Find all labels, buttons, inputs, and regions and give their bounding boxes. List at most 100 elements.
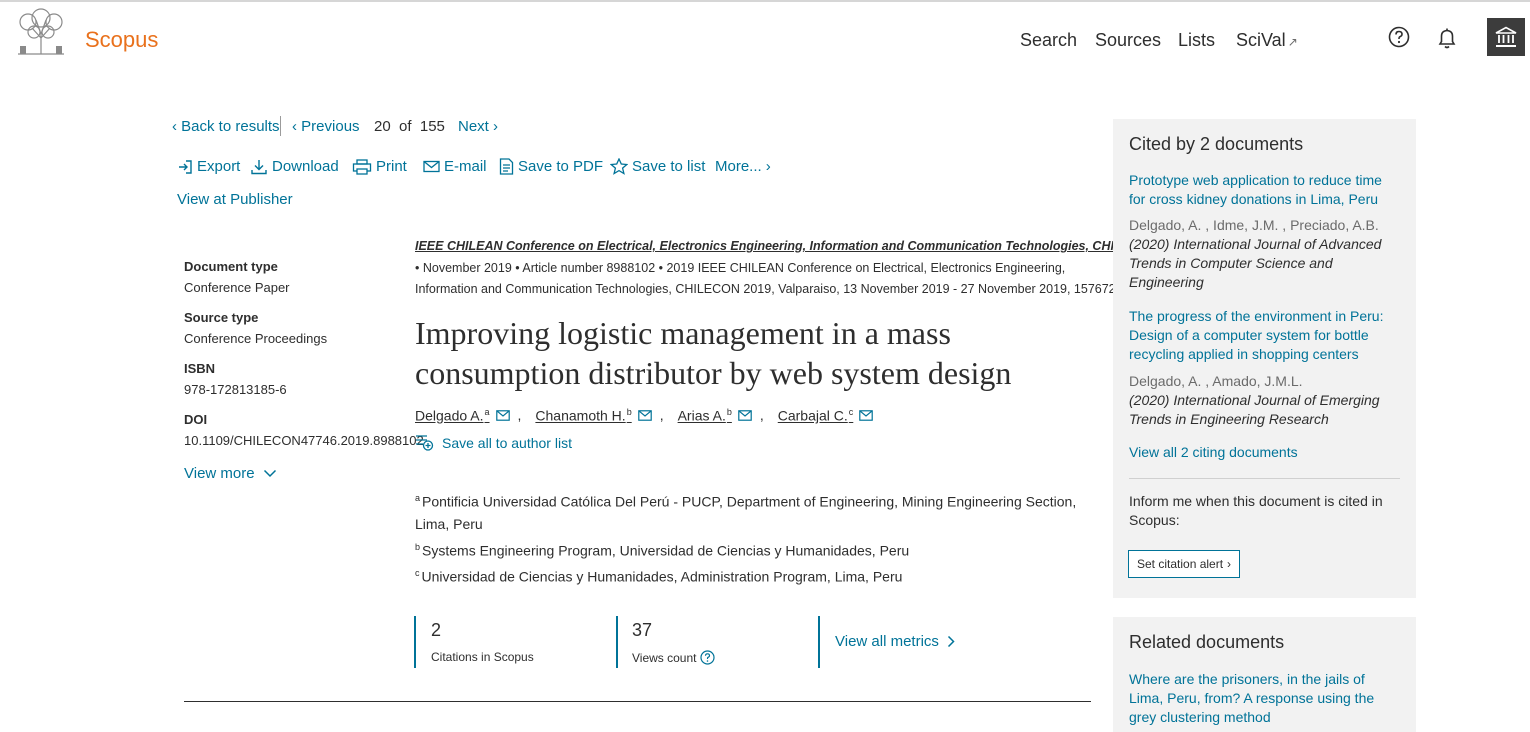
view-more-button[interactable]: View more	[184, 465, 277, 482]
panel-divider	[1129, 478, 1400, 479]
email-button[interactable]: E-mail	[423, 158, 487, 175]
notifications-bell-icon[interactable]	[1436, 26, 1458, 50]
star-icon	[610, 158, 628, 175]
related-document-link[interactable]: Where are the prisoners, in the jails of…	[1129, 670, 1401, 727]
scopus-brand[interactable]: Scopus	[85, 27, 158, 53]
affiliation-marker: c	[415, 568, 420, 578]
affiliation-item: c Universidad de Ciencias y Humanidades, …	[415, 562, 1095, 588]
nav-sources[interactable]: Sources	[1095, 30, 1161, 51]
download-button[interactable]: Download	[250, 158, 339, 175]
author-link[interactable]: Delgado A.a	[415, 407, 490, 424]
citing-document-source: (2020) International Journal of Emerging…	[1129, 392, 1380, 427]
pdf-icon	[499, 158, 514, 175]
view-more-label: View more	[184, 465, 255, 482]
cited-by-panel: Cited by 2 documents Prototype web appli…	[1113, 119, 1416, 598]
help-icon[interactable]	[700, 650, 716, 665]
view-at-publisher-link[interactable]: View at Publisher	[177, 191, 293, 208]
affiliation-marker: a	[415, 493, 421, 503]
back-to-results-label: Back to results	[181, 118, 280, 135]
author-affiliation-marker: b	[726, 407, 732, 417]
nav-search[interactable]: Search	[1020, 30, 1077, 51]
source-details-line1: • November 2019 • Article number 8988102…	[415, 261, 1066, 275]
author-separator: ,	[659, 407, 664, 424]
email-label: E-mail	[444, 158, 487, 175]
save-to-pdf-button[interactable]: Save to PDF	[499, 158, 603, 175]
previous-link[interactable]: ‹ Previous	[292, 118, 360, 135]
source-type-value: Conference Proceedings	[184, 331, 328, 346]
view-all-citing-link[interactable]: View all 2 citing documents	[1129, 443, 1401, 462]
more-actions-button[interactable]: More... ›	[715, 158, 771, 175]
citing-document-source: (2020) International Journal of Advanced…	[1129, 236, 1382, 290]
author-affiliation-marker: b	[626, 407, 632, 417]
more-label: More...	[715, 158, 762, 175]
email-author-icon[interactable]	[495, 410, 510, 421]
citations-count: 2	[431, 620, 442, 640]
author-name: Arias A.	[677, 407, 726, 424]
affiliation-text: Pontificia Universidad Católica Del Perú…	[415, 493, 1077, 532]
citing-document-link[interactable]: Prototype web application to reduce time…	[1129, 171, 1401, 209]
save-to-list-label: Save to list	[632, 158, 706, 175]
help-icon[interactable]	[1388, 26, 1410, 48]
citing-document-authors: Delgado, A. , Idme, J.M. , Preciado, A.B…	[1129, 217, 1379, 233]
author-link[interactable]: Chanamoth H.b	[535, 407, 631, 424]
author-affiliation-marker: c	[848, 407, 854, 417]
back-to-results-link[interactable]: ‹ Back to results	[172, 118, 280, 135]
chevron-right-icon: ›	[765, 158, 771, 175]
previous-label: Previous	[301, 118, 360, 135]
affiliation-item: a Pontificia Universidad Católica Del Per…	[415, 487, 1095, 535]
source-type-label: Source type	[184, 310, 259, 325]
source-details-line2: Information and Communication Technologi…	[415, 282, 1116, 296]
institution-icon	[1495, 26, 1517, 47]
set-citation-alert-button[interactable]: Set citation alert ›	[1128, 550, 1241, 578]
page-title: Improving logistic management in a mass …	[415, 315, 1012, 391]
export-button[interactable]: Export	[177, 158, 240, 175]
set-citation-alert-label: Set citation alert	[1137, 557, 1224, 571]
nav-scival[interactable]: SciVal ↗	[1236, 30, 1298, 51]
print-button[interactable]: Print	[352, 158, 407, 175]
chevron-right-icon: ›	[1227, 557, 1232, 571]
views-count: 37	[632, 620, 653, 640]
institution-button[interactable]	[1487, 18, 1525, 56]
author-link[interactable]: Carbajal C.c	[778, 407, 854, 424]
metric-divider	[616, 616, 618, 668]
save-all-to-author-list-button[interactable]: Save all to author list	[415, 434, 572, 451]
result-position: 20 of 155	[374, 118, 445, 135]
views-label-wrap: Views count	[632, 650, 716, 665]
related-documents-panel: Related documents Where are the prisoner…	[1113, 617, 1416, 732]
related-documents-title: Related documents	[1129, 632, 1285, 652]
external-link-icon: ↗	[1287, 35, 1298, 49]
author-link[interactable]: Arias A.b	[678, 407, 732, 424]
top-header: Scopus Search Sources Lists SciVal ↗	[0, 2, 1530, 68]
next-label: Next	[458, 118, 489, 135]
author-affiliation-marker: a	[484, 407, 490, 417]
affiliation-text: Systems Engineering Program, Universidad…	[422, 542, 910, 559]
doc-type-value: Conference Paper	[184, 280, 290, 295]
author-name: Delgado A.	[415, 407, 484, 424]
author-name: Chanamoth H.	[535, 407, 626, 424]
citing-document-link[interactable]: The progress of the environment in Peru:…	[1129, 307, 1401, 364]
email-author-icon[interactable]	[637, 410, 652, 421]
export-icon	[179, 159, 192, 174]
isbn-label: ISBN	[184, 361, 216, 376]
divider	[280, 116, 281, 136]
chevron-right-icon	[947, 635, 955, 648]
source-title-link[interactable]: IEEE CHILEAN Conference on Electrical, E…	[415, 239, 1189, 253]
metric-divider	[414, 616, 416, 668]
print-label: Print	[376, 158, 407, 175]
isbn-value: 978-172813185-6	[184, 382, 287, 397]
export-label: Export	[197, 158, 241, 175]
elsevier-tree-logo[interactable]	[14, 8, 68, 56]
author-separator: ,	[759, 407, 764, 424]
email-author-icon[interactable]	[738, 410, 752, 421]
view-all-metrics-link[interactable]: View all metrics	[835, 633, 955, 650]
nav-lists[interactable]: Lists	[1178, 30, 1215, 51]
save-to-list-button[interactable]: Save to list	[610, 158, 705, 175]
save-all-label: Save all to author list	[442, 434, 572, 451]
affiliation-text: Universidad de Ciencias y Humanidades, A…	[421, 568, 903, 585]
citation-alert-text: Inform me when this document is cited in…	[1129, 493, 1383, 528]
email-author-icon[interactable]	[859, 410, 874, 421]
view-all-metrics-label: View all metrics	[835, 633, 939, 650]
citations-label: Citations in Scopus	[431, 650, 534, 664]
next-link[interactable]: Next ›	[458, 118, 498, 135]
save-to-pdf-label: Save to PDF	[518, 158, 604, 175]
